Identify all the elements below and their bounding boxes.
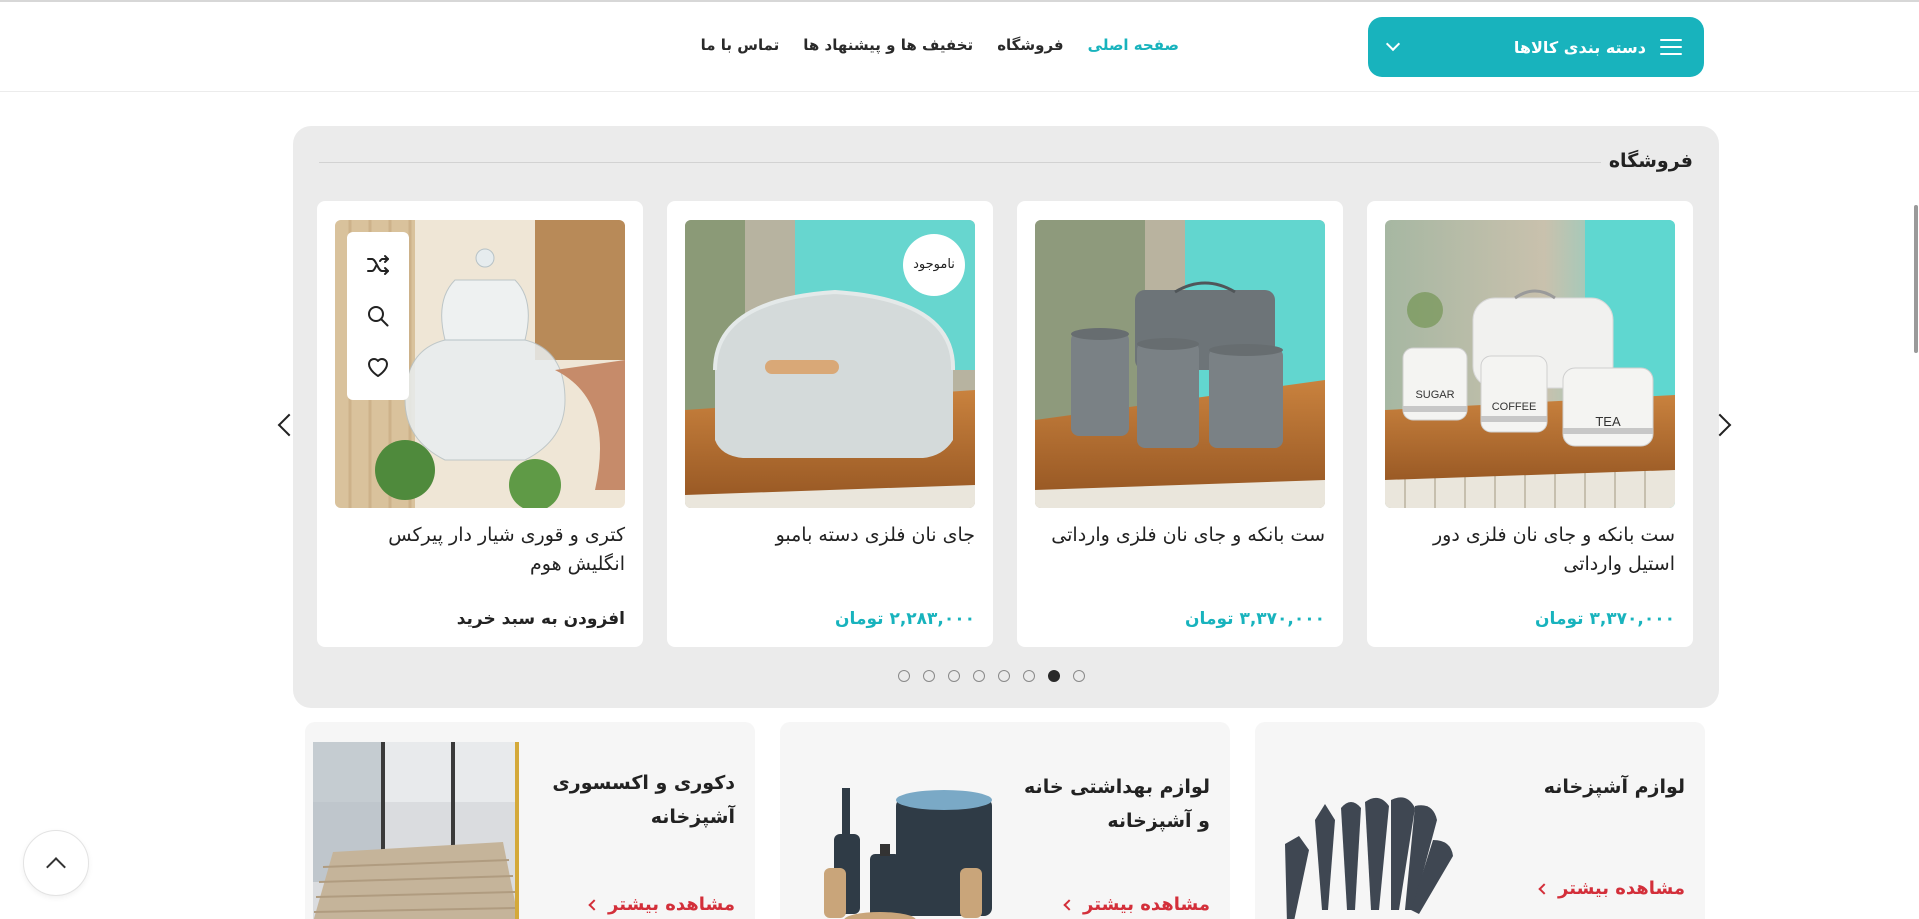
category-box-decor[interactable]: دکوری و اکسسوری آشپزخانه مشاهده بیشتر: [305, 722, 755, 919]
product-image[interactable]: SUGAR COFFEE TEA: [1385, 220, 1675, 508]
product-title[interactable]: کتری و قوری شیار دار پیرکس انگلیش هوم: [335, 521, 625, 579]
pagination-dot[interactable]: [1048, 670, 1060, 682]
product-card[interactable]: SUGAR COFFEE TEA ست بانکه و جای نان فلزی…: [1367, 201, 1693, 647]
category-title: لوازم بهداشتی خانه و آشپزخانه: [1024, 776, 1210, 832]
shuffle-icon[interactable]: [364, 251, 392, 279]
pagination-dot[interactable]: [923, 670, 935, 682]
product-image[interactable]: [335, 220, 625, 508]
chevron-left-icon: [1538, 882, 1550, 895]
product-card[interactable]: ست بانکه و جای نان فلزی وارداتی ۳,۳۷۰,۰۰…: [1017, 201, 1343, 647]
product-card[interactable]: کتری و قوری شیار دار پیرکس انگلیش هوم اف…: [317, 201, 643, 647]
menu-icon: [1660, 39, 1682, 55]
view-more-link[interactable]: مشاهده بیشتر: [1538, 878, 1685, 899]
chevron-down-icon: [1385, 36, 1401, 52]
pagination-dot[interactable]: [973, 670, 985, 682]
chevron-left-icon: [588, 898, 600, 911]
category-menu-label-wrap: دسته بندی کالاها: [1514, 38, 1682, 57]
nav-shop[interactable]: فروشگاه: [997, 36, 1063, 54]
product-quick-tools: [347, 232, 409, 400]
category-title: لوازم آشپزخانه: [1543, 776, 1685, 798]
category-menu-button[interactable]: دسته بندی کالاها: [1368, 17, 1704, 77]
store-section: فروشگاه SUGAR COFFEE TEA ست بانکه و جای …: [293, 126, 1719, 708]
heart-icon[interactable]: [364, 353, 392, 381]
product-card[interactable]: ناموجود جای نان فلزی دسته بامبو ۲,۲۸۳,۰۰…: [667, 201, 993, 647]
canister-label: TEA: [1595, 414, 1621, 429]
category-box-sanitary[interactable]: لوازم بهداشتی خانه و آشپزخانه مشاهده بیشت…: [780, 722, 1230, 919]
product-price: ۳,۳۷۰,۰۰۰ تومان: [1535, 609, 1675, 629]
product-price: ۳,۳۷۰,۰۰۰ تومان: [1185, 609, 1325, 629]
pagination-dot[interactable]: [1073, 670, 1085, 682]
pagination-dot[interactable]: [948, 670, 960, 682]
chevron-left-icon: [1063, 898, 1075, 911]
product-price: ۲,۲۸۳,۰۰۰ تومان: [835, 609, 975, 629]
add-to-cart-button[interactable]: افزودن به سبد خرید: [457, 609, 625, 629]
pagination-dot[interactable]: [898, 670, 910, 682]
category-box-kitchen[interactable]: لوازم آشپزخانه مشاهده بیشتر: [1255, 722, 1705, 919]
view-more-link[interactable]: مشاهده بیشتر: [1063, 894, 1210, 915]
scroll-to-top-button[interactable]: [23, 830, 89, 896]
view-more-link[interactable]: مشاهده بیشتر: [588, 894, 735, 915]
chevron-left-icon[interactable]: [273, 410, 301, 440]
page-scrollbar[interactable]: [1914, 205, 1918, 353]
category-menu-label: دسته بندی کالاها: [1513, 37, 1646, 57]
pagination-dot[interactable]: [998, 670, 1010, 682]
product-title[interactable]: جای نان فلزی دسته بامبو: [685, 521, 975, 550]
header: دسته بندی کالاها صفحه اصلی فروشگاه تخفیف…: [0, 4, 1919, 92]
search-icon[interactable]: [364, 302, 392, 330]
product-title[interactable]: ست بانکه و جای نان فلزی دور استیل واردات…: [1385, 521, 1675, 579]
carousel-pagination: [898, 670, 1085, 682]
section-title: فروشگاه: [1608, 150, 1693, 172]
canister-label: COFFEE: [1492, 401, 1537, 413]
product-image[interactable]: ناموجود: [685, 220, 975, 508]
section-divider: [319, 162, 1601, 163]
category-title: دکوری و اکسسوری آشپزخانه: [552, 772, 735, 828]
main-nav: صفحه اصلی فروشگاه تخفیف ها و پیشنهاد ها …: [701, 36, 1179, 54]
pagination-dot[interactable]: [1023, 670, 1035, 682]
arrow-up-icon: [46, 857, 66, 877]
out-of-stock-badge: ناموجود: [903, 234, 965, 296]
chevron-right-icon[interactable]: [1708, 410, 1736, 440]
nav-home[interactable]: صفحه اصلی: [1088, 36, 1179, 54]
nav-contact[interactable]: تماس با ما: [701, 36, 780, 54]
nav-offers[interactable]: تخفیف ها و پیشنهاد ها: [803, 36, 973, 54]
canister-label: SUGAR: [1415, 389, 1454, 401]
product-image[interactable]: [1035, 220, 1325, 508]
product-title[interactable]: ست بانکه و جای نان فلزی وارداتی: [1035, 521, 1325, 550]
